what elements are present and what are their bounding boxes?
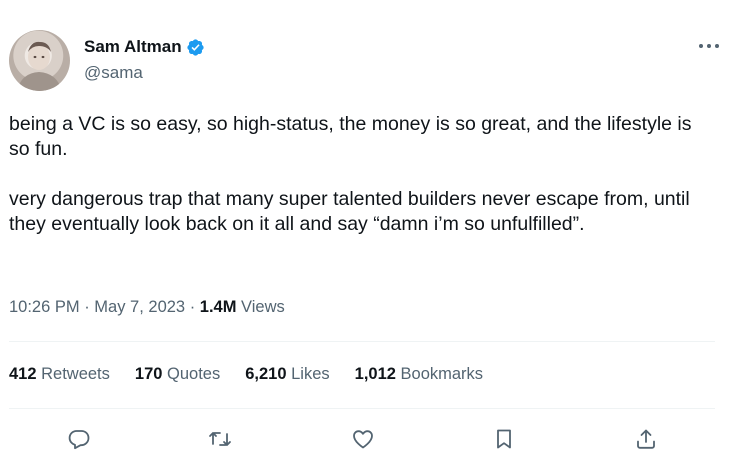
tweet-card: Sam Altman @sama being a VC is so easy, … bbox=[0, 0, 737, 466]
stat-label: Retweets bbox=[36, 365, 110, 383]
stat-retweets[interactable]: 412 Retweets bbox=[9, 365, 110, 384]
stat-count: 6,210 bbox=[245, 365, 287, 383]
tweet-actions bbox=[0, 424, 737, 454]
share-icon[interactable] bbox=[631, 424, 661, 454]
avatar-photo-icon bbox=[17, 41, 62, 91]
author-names: Sam Altman @sama bbox=[84, 36, 205, 83]
retweet-icon[interactable] bbox=[205, 424, 235, 454]
tweet-header: Sam Altman @sama bbox=[9, 30, 721, 92]
views-count: 1.4M bbox=[199, 298, 237, 316]
tweet-time[interactable]: 10:26 PM bbox=[9, 298, 80, 316]
stat-count: 170 bbox=[134, 365, 163, 383]
divider bbox=[9, 408, 715, 409]
tweet-stats: 412 Retweets 170 Quotes 6,210 Likes 1,01… bbox=[9, 365, 508, 384]
tweet-date[interactable]: May 7, 2023 bbox=[94, 298, 185, 316]
tweet-text: being a VC is so easy, so high-status, t… bbox=[9, 112, 709, 237]
verified-badge-icon[interactable] bbox=[186, 38, 205, 57]
stat-count: 412 bbox=[9, 365, 37, 383]
views-label: Views bbox=[236, 298, 285, 316]
reply-icon[interactable] bbox=[64, 424, 94, 454]
tweet-paragraph: very dangerous trap that many super tale… bbox=[9, 188, 690, 235]
author-handle[interactable]: @sama bbox=[84, 63, 205, 83]
more-options-icon[interactable] bbox=[697, 38, 721, 54]
stat-bookmarks[interactable]: 1,012 Bookmarks bbox=[355, 365, 483, 384]
like-icon[interactable] bbox=[348, 424, 378, 454]
stat-count: 1,012 bbox=[354, 365, 396, 383]
divider bbox=[9, 341, 715, 342]
stat-label: Likes bbox=[286, 365, 330, 383]
meta-separator: · bbox=[185, 298, 200, 316]
stat-label: Quotes bbox=[162, 365, 221, 383]
avatar[interactable] bbox=[9, 30, 70, 91]
stat-label: Bookmarks bbox=[395, 365, 484, 383]
stat-quotes[interactable]: 170 Quotes bbox=[135, 365, 220, 384]
bookmark-icon[interactable] bbox=[489, 424, 519, 454]
tweet-meta: 10:26 PM · May 7, 2023 · 1.4M Views bbox=[9, 298, 285, 317]
author-display-name[interactable]: Sam Altman bbox=[84, 37, 182, 57]
stat-likes[interactable]: 6,210 Likes bbox=[245, 365, 329, 384]
tweet-paragraph: being a VC is so easy, so high-status, t… bbox=[9, 113, 692, 160]
meta-separator: · bbox=[79, 298, 95, 316]
